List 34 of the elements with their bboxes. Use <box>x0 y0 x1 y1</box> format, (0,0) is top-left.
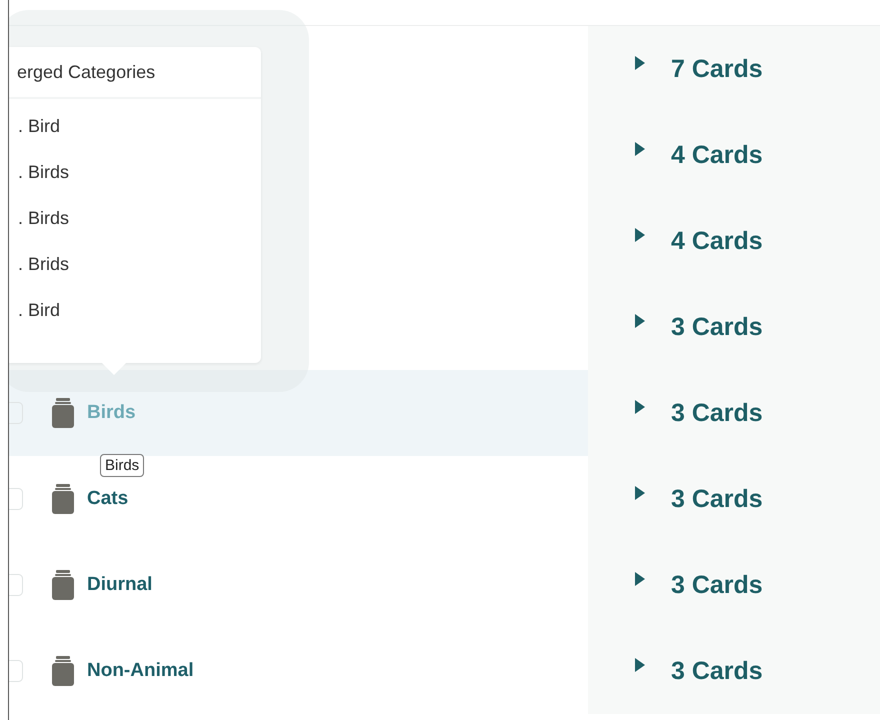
checkbox[interactable] <box>9 660 23 682</box>
caret-icon[interactable] <box>635 400 645 414</box>
caret-icon[interactable] <box>635 486 645 500</box>
caret-icon[interactable] <box>635 142 645 156</box>
checkbox[interactable] <box>9 574 23 596</box>
checkbox[interactable] <box>9 402 23 424</box>
jar-icon <box>52 570 74 600</box>
checkbox[interactable] <box>9 488 23 510</box>
card-count[interactable]: 3 Cards <box>671 484 763 514</box>
card-count[interactable]: 3 Cards <box>671 570 763 600</box>
merged-category-item: . Brids <box>18 253 70 276</box>
caret-icon[interactable] <box>635 228 645 242</box>
caret-icon[interactable] <box>635 56 645 70</box>
tooltip: Birds <box>100 454 144 477</box>
category-name[interactable]: Diurnal <box>87 574 152 596</box>
card-count[interactable]: 3 Cards <box>671 312 763 342</box>
card-count[interactable]: 4 Cards <box>671 226 763 256</box>
card-count[interactable]: 3 Cards <box>671 656 763 686</box>
jar-icon <box>52 656 74 686</box>
jar-icon <box>52 484 74 514</box>
card-count[interactable]: 7 Cards <box>671 54 763 84</box>
merged-category-item: . Bird <box>18 299 62 322</box>
card-count[interactable]: 3 Cards <box>671 398 763 428</box>
merged-category-item: . Bird <box>18 115 62 138</box>
category-name[interactable]: Non-Animal <box>87 660 194 682</box>
jar-icon <box>52 398 74 428</box>
caret-icon[interactable] <box>635 572 645 586</box>
caret-icon[interactable] <box>635 658 645 672</box>
caret-icon[interactable] <box>635 314 645 328</box>
merged-category-item: . Birds <box>18 161 70 184</box>
merged-category-item: . Birds <box>18 207 70 230</box>
card-count[interactable]: 4 Cards <box>671 140 763 170</box>
popup-title: erged Categories <box>17 62 156 82</box>
category-name[interactable]: Cats <box>87 488 128 510</box>
